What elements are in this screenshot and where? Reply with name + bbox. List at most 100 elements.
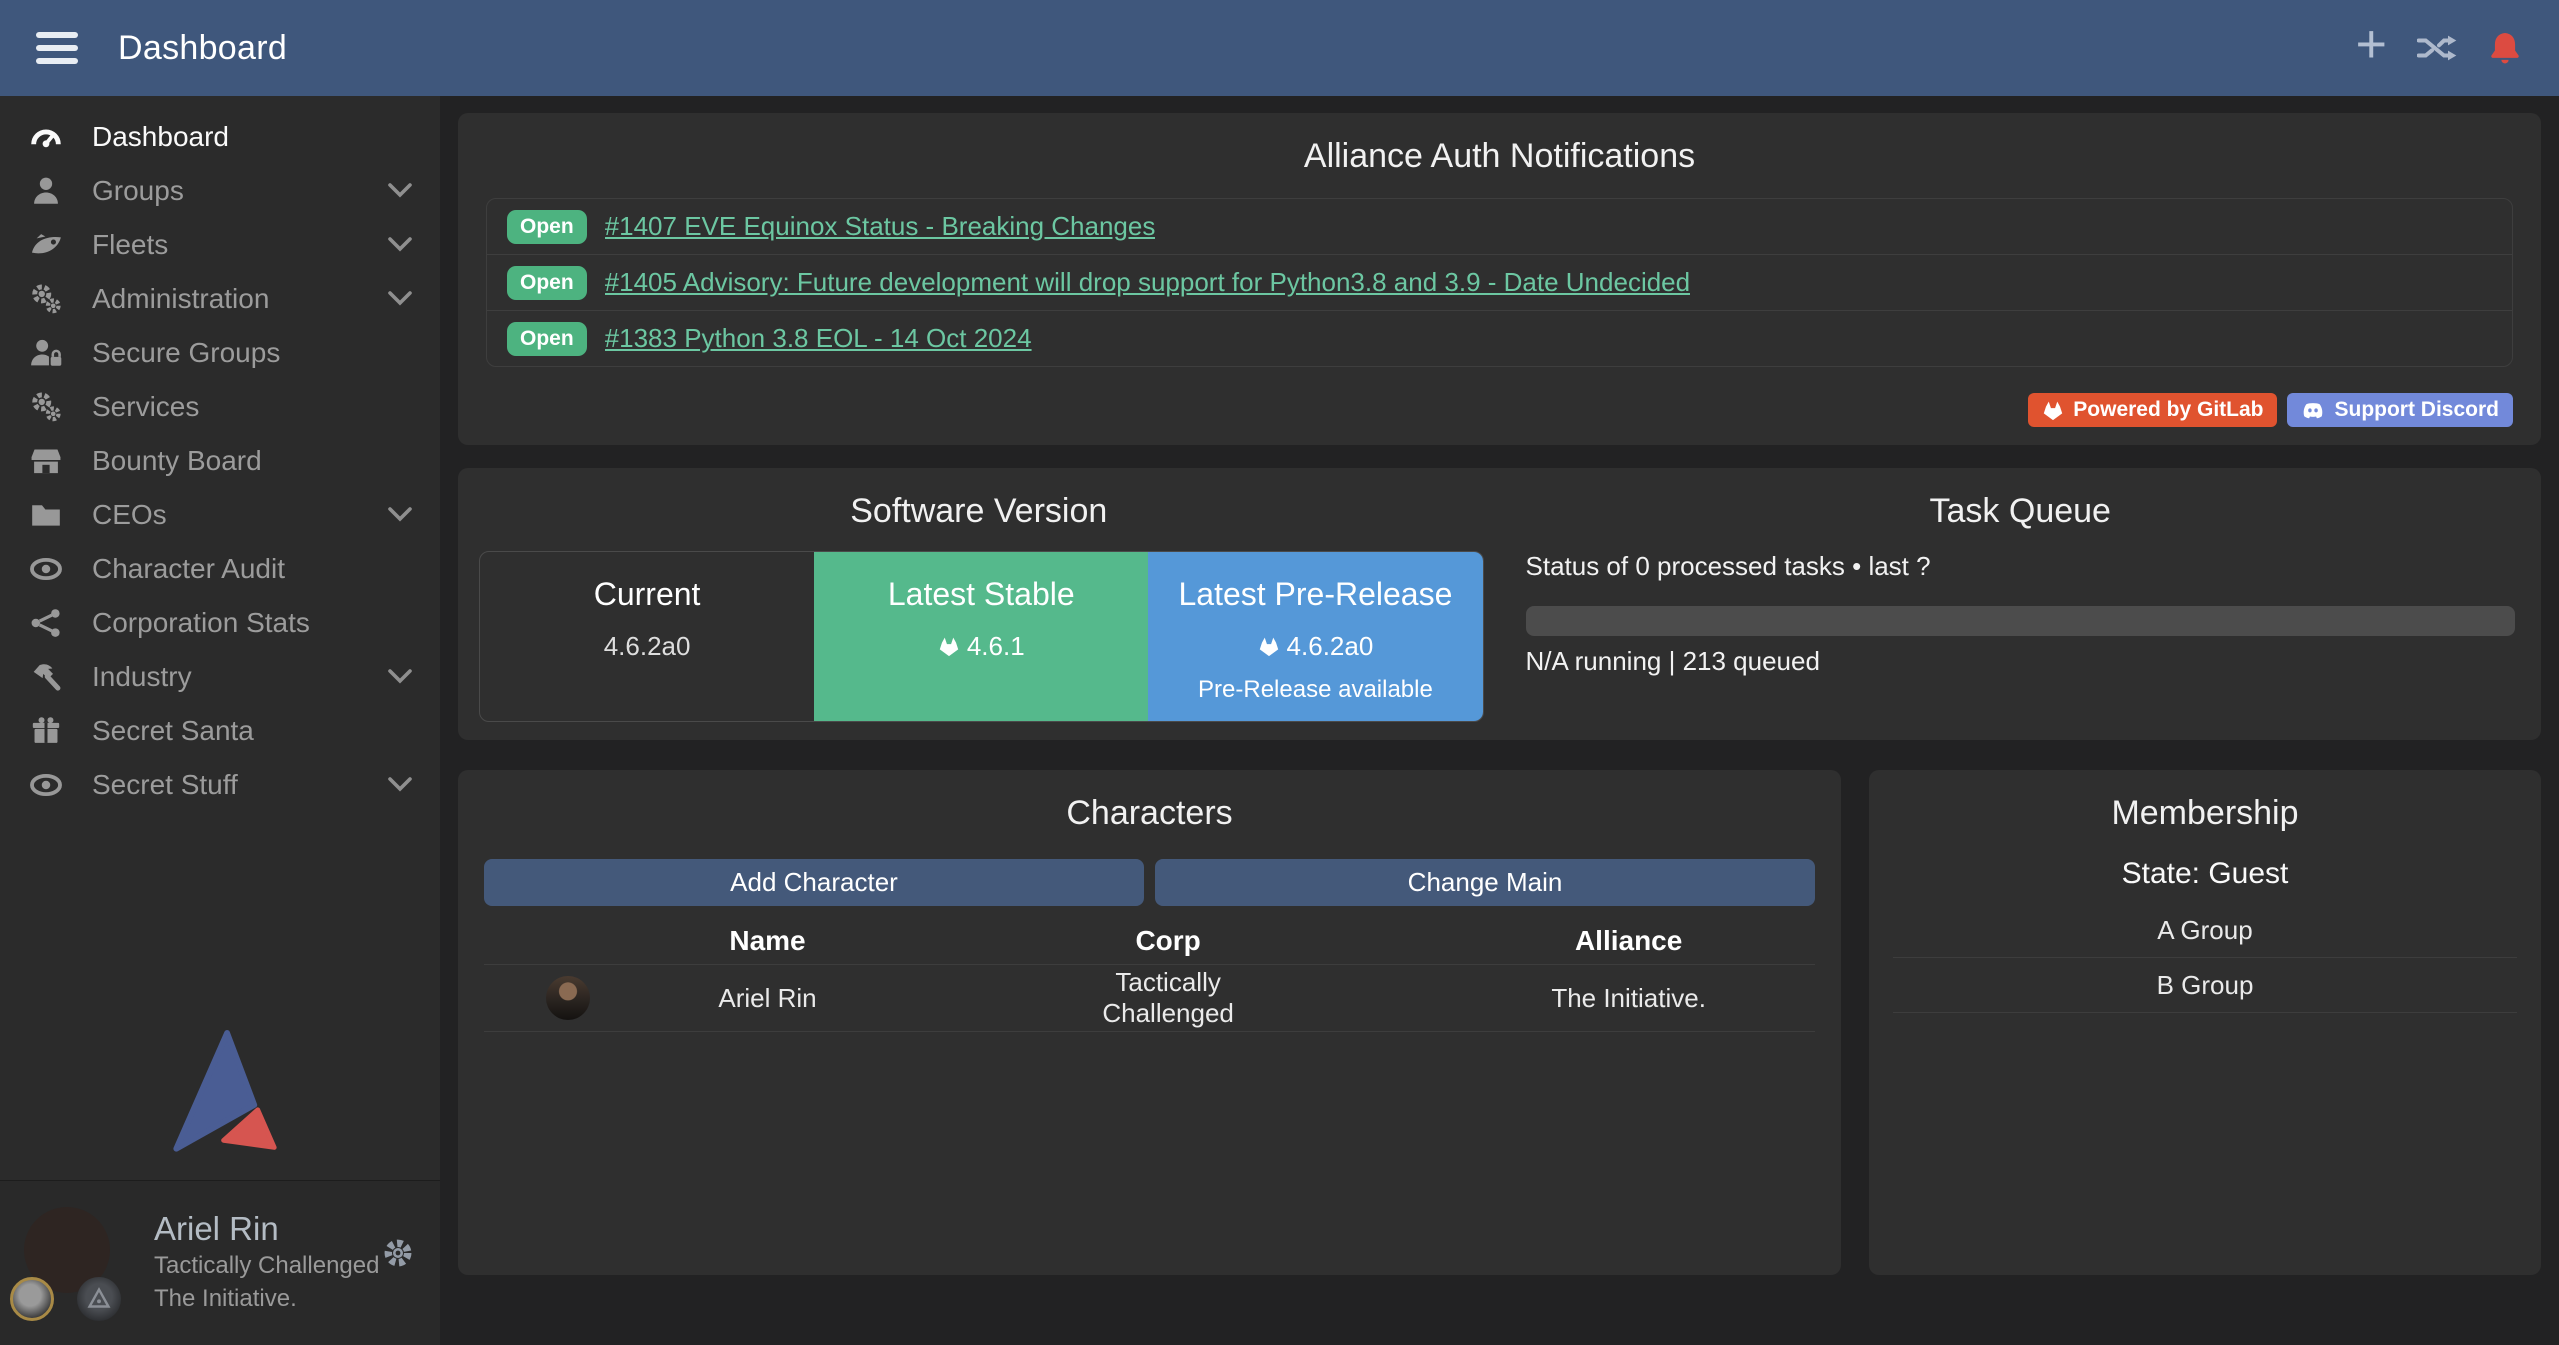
sidebar-item-services[interactable]: Services: [0, 380, 440, 434]
membership-group-list: A Group B Group: [1893, 903, 2517, 1013]
version-number: 4.6.2a0: [1287, 631, 1374, 662]
sidebar-item-label: CEOs: [92, 499, 167, 531]
sidebar-item-corporation-stats[interactable]: Corporation Stats: [0, 596, 440, 650]
sidebar-item-label: Dashboard: [92, 121, 229, 153]
gauge-icon: [20, 120, 72, 154]
version-note: Pre-Release available: [1148, 676, 1482, 704]
gitlab-icon: [2042, 400, 2064, 421]
add-character-button[interactable]: Add Character: [484, 859, 1144, 906]
sidebar-item-character-audit[interactable]: Character Audit: [0, 542, 440, 596]
software-version-title: Software Version: [458, 468, 1500, 531]
gitlab-icon: [1258, 636, 1280, 657]
sidebar-item-label: Administration: [92, 283, 269, 315]
user-corp-badge: [10, 1277, 54, 1321]
notification-link[interactable]: #1405 Advisory: Future development will …: [605, 267, 1690, 298]
version-label: Latest Stable: [814, 576, 1148, 613]
notification-link[interactable]: #1407 EVE Equinox Status - Breaking Chan…: [605, 211, 1156, 242]
main-content: Alliance Auth Notifications Open #1407 E…: [440, 96, 2559, 1345]
status-badge: Open: [507, 210, 587, 244]
gift-icon: [20, 714, 72, 748]
chevron-down-icon: [388, 669, 412, 685]
sidebar-item-bounty-board[interactable]: Bounty Board: [0, 434, 440, 488]
column-header-corp: Corp: [1051, 925, 1285, 957]
add-icon[interactable]: +: [2355, 44, 2387, 52]
alliance-auth-logo: [0, 1029, 440, 1155]
sidebar-item-label: Secret Santa: [92, 715, 254, 747]
task-queue-status: Status of 0 processed tasks • last ?: [1526, 551, 2516, 582]
user-avatar-stack: [22, 1207, 130, 1315]
sidebar-nav: Dashboard Groups Fleets: [0, 96, 440, 812]
notifications-card: Alliance Auth Notifications Open #1407 E…: [458, 113, 2541, 445]
sidebar-item-secret-santa[interactable]: Secret Santa: [0, 704, 440, 758]
chevron-down-icon: [388, 237, 412, 253]
sidebar-item-ceos[interactable]: CEOs: [0, 488, 440, 542]
characters-title: Characters: [484, 770, 1815, 833]
membership-group: A Group: [1893, 903, 2517, 958]
navbar-actions: +: [2355, 30, 2523, 66]
version-latest-prerelease: Latest Pre-Release 4.6.2a0 Pre-Release a…: [1148, 552, 1482, 721]
character-alliance: The Initiative.: [1442, 983, 1815, 1014]
gears-icon: [20, 390, 72, 424]
version-current: Current 4.6.2a0: [480, 552, 814, 721]
task-queue-progress-bar: [1526, 606, 2516, 636]
sidebar-item-label: Services: [92, 391, 199, 423]
user-corp: Tactically Challenged: [154, 1249, 379, 1283]
column-header-alliance: Alliance: [1442, 925, 1815, 957]
user-alliance: The Initiative.: [154, 1282, 379, 1316]
version-number: 4.6.2a0: [604, 631, 691, 662]
user-alliance-badge: [77, 1277, 121, 1321]
chevron-down-icon: [388, 291, 412, 307]
user-settings-gear-icon[interactable]: [382, 1237, 414, 1269]
sidebar-item-label: Groups: [92, 175, 184, 207]
sidebar-item-secret-stuff[interactable]: Secret Stuff: [0, 758, 440, 812]
software-version-section: Software Version Current 4.6.2a0 Latest …: [458, 468, 1500, 740]
sidebar-item-label: Secure Groups: [92, 337, 280, 369]
sidebar-item-administration[interactable]: Administration: [0, 272, 440, 326]
notification-item: Open #1383 Python 3.8 EOL - 14 Oct 2024: [487, 311, 2512, 366]
characters-card: Characters Add Character Change Main Nam…: [458, 770, 1841, 1275]
menu-toggle-icon[interactable]: [36, 32, 78, 64]
badge-label: Support Discord: [2334, 398, 2499, 422]
sidebar-item-groups[interactable]: Groups: [0, 164, 440, 218]
discord-icon: [2301, 400, 2325, 420]
shuttle-icon: [20, 228, 72, 262]
notifications-title: Alliance Auth Notifications: [486, 113, 2513, 176]
task-queue-counts: N/A running | 213 queued: [1526, 646, 2516, 677]
version-box: Current 4.6.2a0 Latest Stable 4.6.1 Late…: [479, 551, 1484, 722]
badge-label: Powered by GitLab: [2073, 398, 2263, 422]
user-info: Ariel Rin Tactically Challenged The Init…: [154, 1207, 379, 1316]
sidebar-item-secure-groups[interactable]: Secure Groups: [0, 326, 440, 380]
task-queue-section: Task Queue Status of 0 processed tasks •…: [1500, 468, 2542, 740]
sidebar-item-industry[interactable]: Industry: [0, 650, 440, 704]
status-badge: Open: [507, 266, 587, 300]
character-row: Ariel Rin Tactically Challenged The Init…: [484, 964, 1815, 1032]
notifications-footer: Powered by GitLab Support Discord: [2028, 393, 2513, 427]
shuffle-icon[interactable]: [2417, 32, 2457, 64]
user-lock-icon: [20, 336, 72, 370]
sidebar-item-label: Character Audit: [92, 553, 285, 585]
character-corp: Tactically Challenged: [1051, 967, 1285, 1029]
sidebar-item-label: Secret Stuff: [92, 769, 238, 801]
version-latest-stable: Latest Stable 4.6.1: [814, 552, 1148, 721]
chevron-down-icon: [388, 507, 412, 523]
characters-table-header: Name Corp Alliance: [484, 918, 1815, 964]
status-card: Software Version Current 4.6.2a0 Latest …: [458, 468, 2541, 740]
notifications-bell-icon[interactable]: [2487, 30, 2523, 66]
column-header-name: Name: [484, 925, 1051, 957]
eye-icon: [20, 552, 72, 586]
notification-link[interactable]: #1383 Python 3.8 EOL - 14 Oct 2024: [605, 323, 1032, 354]
share-icon: [20, 606, 72, 640]
change-main-button[interactable]: Change Main: [1155, 859, 1815, 906]
gears-icon: [20, 282, 72, 316]
sidebar-item-label: Bounty Board: [92, 445, 262, 477]
notification-item: Open #1407 EVE Equinox Status - Breaking…: [487, 199, 2512, 255]
sidebar-item-fleets[interactable]: Fleets: [0, 218, 440, 272]
notification-item: Open #1405 Advisory: Future development …: [487, 255, 2512, 311]
sidebar: Dashboard Groups Fleets: [0, 96, 440, 1345]
character-avatar: [546, 976, 590, 1020]
membership-title: Membership: [1893, 770, 2517, 833]
support-discord-badge[interactable]: Support Discord: [2287, 393, 2513, 427]
sidebar-item-dashboard[interactable]: Dashboard: [0, 110, 440, 164]
powered-by-gitlab-badge[interactable]: Powered by GitLab: [2028, 393, 2277, 427]
user-panel[interactable]: Ariel Rin Tactically Challenged The Init…: [0, 1180, 440, 1345]
